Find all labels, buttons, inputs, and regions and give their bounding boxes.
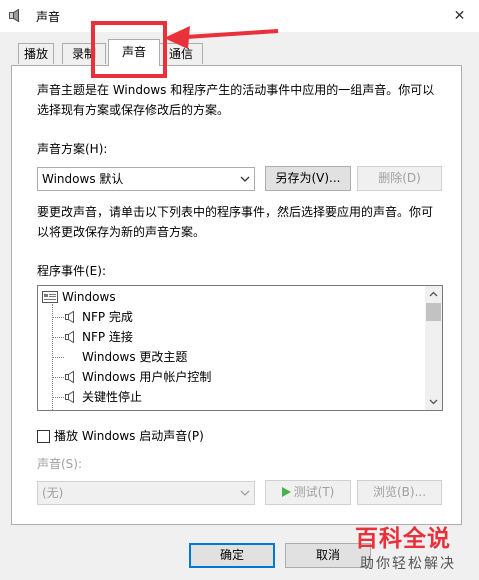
list-item-label: NFP 连接	[82, 330, 133, 344]
delete-button[interactable]: 删除(D)	[357, 166, 442, 191]
list-item-label: Windows 更改主题	[82, 350, 188, 364]
sound-label: 声音(S):	[37, 457, 83, 471]
program-events-label: 程序事件(E):	[37, 264, 106, 278]
close-icon: ✕	[453, 8, 466, 24]
test-button[interactable]: 测试(T)	[265, 480, 351, 505]
list-item-critical-stop[interactable]: 关键性停止	[38, 387, 424, 407]
tab-playback[interactable]: 播放	[18, 43, 54, 64]
list-scrollbar[interactable]	[425, 286, 442, 410]
save-as-button[interactable]: 另存为(V)...	[265, 166, 351, 191]
program-events-list[interactable]: Windows NFP 完成 NFP 连接 Windows 更改主题 Windo…	[37, 285, 443, 411]
change-note-line-2: 以将更改保存为新的声音方案。	[37, 225, 206, 239]
ok-button[interactable]: 确定	[189, 543, 275, 568]
sound-value: (无)	[42, 486, 64, 500]
list-item-nfp-complete[interactable]: NFP 完成	[38, 307, 424, 327]
browse-button[interactable]: 浏览(B)...	[357, 480, 442, 505]
scheme-label: 声音方案(H):	[37, 142, 108, 156]
close-button[interactable]: ✕	[440, 0, 479, 32]
annotation-arrow-icon	[164, 26, 279, 49]
speaker-app-icon	[9, 9, 19, 22]
watermark-sub-text: 助你轻松解决	[360, 556, 456, 572]
list-item-label: Windows	[62, 290, 116, 304]
list-item-label: Windows 用户帐户控制	[82, 370, 212, 384]
chevron-down-icon	[240, 176, 250, 182]
list-item-windows[interactable]: Windows	[38, 287, 424, 307]
speaker-icon	[65, 391, 74, 403]
window-title: 声音	[36, 10, 61, 24]
speaker-icon	[65, 371, 74, 383]
windows-folder-icon	[42, 291, 58, 303]
list-item-label: 关键性停止	[82, 390, 143, 404]
list-item-uac[interactable]: Windows 用户帐户控制	[38, 367, 424, 387]
intro-line-2: 选择现有方案或保存修改后的方案。	[37, 103, 230, 117]
intro-line-1: 声音主题是在 Windows 和程序产生的活动事件中应用的一组声音。你可以	[37, 83, 435, 97]
list-item-label: NFP 完成	[82, 310, 133, 324]
list-item-nfp-connect[interactable]: NFP 连接	[38, 327, 424, 347]
change-note-line-1: 要更改声音，请单击以下列表中的程序事件，然后选择要应用的声音。你可	[37, 205, 434, 219]
chevron-down-icon	[240, 490, 250, 496]
speaker-icon	[65, 311, 74, 323]
startup-sound-checkbox[interactable]	[37, 430, 50, 443]
play-icon	[281, 487, 291, 497]
watermark-main-text: 百科全说	[355, 526, 451, 552]
sound-select[interactable]: (无)	[37, 481, 255, 505]
sound-scheme-select[interactable]: Windows 默认	[37, 167, 255, 191]
speaker-icon	[65, 331, 74, 343]
list-item-change-theme[interactable]: Windows 更改主题	[38, 347, 424, 367]
startup-sound-label: 播放 Windows 启动声音(P)	[54, 429, 204, 443]
sound-scheme-value: Windows 默认	[42, 172, 124, 186]
scroll-thumb[interactable]	[426, 303, 441, 321]
annotation-highlight-box	[91, 21, 167, 78]
scroll-up-icon[interactable]	[429, 291, 438, 297]
watermark-logo: 百科全说 助你轻松解决	[338, 517, 479, 580]
scroll-down-icon[interactable]	[429, 399, 438, 405]
